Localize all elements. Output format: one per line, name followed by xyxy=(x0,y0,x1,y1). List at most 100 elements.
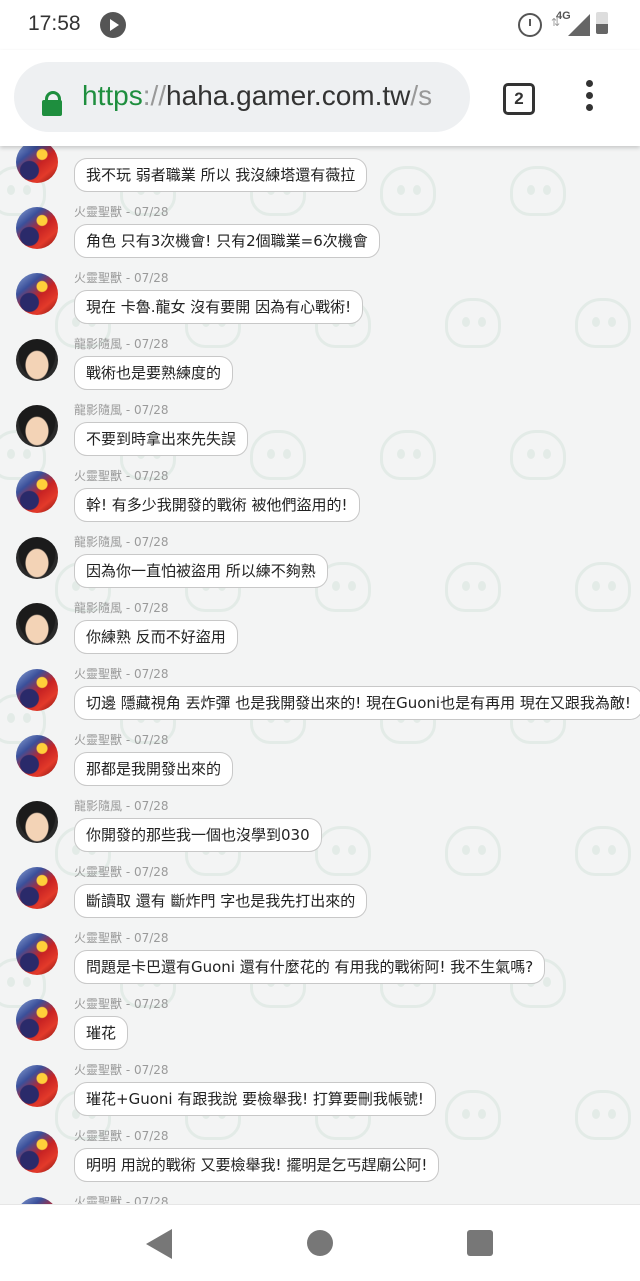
chat-message: 火靈聖獸 - 07/28 璀花 xyxy=(0,996,640,1062)
message-meta: 火靈聖獸 - 07/28 xyxy=(74,996,169,1012)
message-author[interactable]: 火靈聖獸 xyxy=(74,865,122,879)
chat-message: 龍影隨風 - 07/28 你練熟 反而不好盜用 xyxy=(0,600,640,666)
status-bar: 17:58 ⇅ 4G xyxy=(0,0,640,50)
message-author[interactable]: 龍影隨風 xyxy=(74,601,122,615)
lock-icon[interactable] xyxy=(42,91,62,116)
chat-message: 火靈聖獸 - 07/28 幹! 有多少我開發的戰術 被他們盜用的! xyxy=(0,468,640,534)
message-author[interactable]: 龍影隨風 xyxy=(74,403,122,417)
meta-separator: - xyxy=(122,403,134,417)
message-date: 07/28 xyxy=(133,1063,169,1077)
avatar[interactable] xyxy=(16,207,58,249)
message-author[interactable]: 火靈聖獸 xyxy=(74,667,122,681)
message-meta: 火靈聖獸 - 07/28 xyxy=(74,468,169,484)
chat-message: 龍影隨風 - 07/28 不要到時拿出來先失誤 xyxy=(0,402,640,468)
message-author[interactable]: 火靈聖獸 xyxy=(74,469,122,483)
message-bubble: 問題是卡巴還有Guoni 還有什麼花的 有用我的戰術阿! 我不生氣嗎? xyxy=(74,950,546,984)
message-author[interactable]: 龍影隨風 xyxy=(74,337,122,351)
chat-message: 龍影隨風 - 07/28 戰術也是要熟練度的 xyxy=(0,336,640,402)
avatar[interactable] xyxy=(16,999,58,1041)
avatar[interactable] xyxy=(16,1197,58,1204)
message-author[interactable]: 火靈聖獸 xyxy=(74,931,122,945)
message-meta: 火靈聖獸 - 07/28 xyxy=(74,1062,169,1078)
status-time: 17:58 xyxy=(28,12,81,35)
avatar[interactable] xyxy=(16,1131,58,1173)
avatar[interactable] xyxy=(16,1065,58,1107)
message-meta: 火靈聖獸 - 07/28 xyxy=(74,666,169,682)
avatar[interactable] xyxy=(16,471,58,513)
back-icon[interactable] xyxy=(146,1229,172,1259)
message-author[interactable]: 火靈聖獸 xyxy=(74,1063,122,1077)
message-meta: 龍影隨風 - 07/28 xyxy=(74,534,169,550)
message-bubble: 那都是我開發出來的 xyxy=(74,752,234,786)
alarm-icon xyxy=(518,13,542,37)
message-bubble: 璀花 xyxy=(74,1016,129,1050)
message-date: 07/28 xyxy=(133,535,169,549)
message-bubble: 璀花+Guoni 有跟我說 要檢舉我! 打算要刪我帳號! xyxy=(74,1082,436,1116)
meta-separator: - xyxy=(122,1195,134,1204)
message-date: 07/28 xyxy=(133,601,169,615)
message-meta: 火靈聖獸 - 07/28 xyxy=(74,270,169,286)
chat-message: 火靈聖獸 - 07/28 那都是我開發出來的 xyxy=(0,732,640,798)
message-meta: 龍影隨風 - 07/28 xyxy=(74,798,169,814)
meta-separator: - xyxy=(122,271,134,285)
message-bubble: 因為你一直怕被盜用 所以練不夠熟 xyxy=(74,554,328,588)
message-bubble: 角色 只有3次機會! 只有2個職業=6次機會 xyxy=(74,224,380,258)
home-icon[interactable] xyxy=(307,1230,333,1256)
chat-message: 火靈聖獸 - 07/28 角色 只有3次機會! 只有2個職業=6次機會 xyxy=(0,204,640,270)
overflow-menu-icon[interactable] xyxy=(586,80,594,116)
message-author[interactable]: 火靈聖獸 xyxy=(74,205,122,219)
meta-separator: - xyxy=(122,931,134,945)
avatar[interactable] xyxy=(16,405,58,447)
message-date: 07/28 xyxy=(133,1129,169,1143)
chat-message: 火靈聖獸 - 07/28 xyxy=(0,1194,640,1204)
avatar[interactable] xyxy=(16,537,58,579)
meta-separator: - xyxy=(122,733,134,747)
message-bubble: 不要到時拿出來先失誤 xyxy=(74,422,249,456)
chat-message: 龍影隨風 - 07/28 因為你一直怕被盜用 所以練不夠熟 xyxy=(0,534,640,600)
message-bubble: 現在 卡魯.龍女 沒有要開 因為有心戰術! xyxy=(74,290,364,324)
meta-separator: - xyxy=(122,1129,134,1143)
chat-message: 火靈聖獸 - 07/28 切邊 隱藏視角 丟炸彈 也是我開發出來的! 現在Guon… xyxy=(0,666,640,732)
avatar[interactable] xyxy=(16,603,58,645)
avatar[interactable] xyxy=(16,339,58,381)
chat-area[interactable]: 我不玩 弱者職業 所以 我沒練塔還有薇拉 火靈聖獸 - 07/28 角色 只有3次機… xyxy=(0,146,640,1204)
meta-separator: - xyxy=(122,799,134,813)
message-author[interactable]: 火靈聖獸 xyxy=(74,733,122,747)
avatar[interactable] xyxy=(16,273,58,315)
meta-separator: - xyxy=(122,865,134,879)
url-host: haha.gamer.com.tw xyxy=(166,80,411,111)
avatar[interactable] xyxy=(16,735,58,777)
message-date: 07/28 xyxy=(133,931,169,945)
message-meta: 龍影隨風 - 07/28 xyxy=(74,402,169,418)
message-author[interactable]: 火靈聖獸 xyxy=(74,997,122,1011)
avatar[interactable] xyxy=(16,933,58,975)
chat-message: 龍影隨風 - 07/28 你開發的那些我一個也沒學到030 xyxy=(0,798,640,864)
avatar[interactable] xyxy=(16,867,58,909)
avatar[interactable] xyxy=(16,146,58,183)
meta-separator: - xyxy=(122,1063,134,1077)
message-author[interactable]: 火靈聖獸 xyxy=(74,1129,122,1143)
avatar[interactable] xyxy=(16,801,58,843)
meta-separator: - xyxy=(122,535,134,549)
url-scheme: https xyxy=(82,80,143,111)
address-bar[interactable]: https://haha.gamer.com.tw/s xyxy=(14,62,470,132)
message-meta: 火靈聖獸 - 07/28 xyxy=(74,732,169,748)
message-author[interactable]: 龍影隨風 xyxy=(74,535,122,549)
message-meta: 火靈聖獸 - 07/28 xyxy=(74,930,169,946)
message-author[interactable]: 龍影隨風 xyxy=(74,799,122,813)
message-author[interactable]: 火靈聖獸 xyxy=(74,271,122,285)
message-author[interactable]: 火靈聖獸 xyxy=(74,1195,122,1204)
tab-switcher-button[interactable]: 2 xyxy=(503,83,535,115)
url-text[interactable]: https://haha.gamer.com.tw/s xyxy=(82,80,432,112)
avatar[interactable] xyxy=(16,669,58,711)
message-date: 07/28 xyxy=(133,865,169,879)
message-date: 07/28 xyxy=(133,403,169,417)
meta-separator: - xyxy=(122,997,134,1011)
message-bubble: 幹! 有多少我開發的戰術 被他們盜用的! xyxy=(74,488,360,522)
recents-icon[interactable] xyxy=(467,1230,493,1256)
url-path: /s xyxy=(410,80,433,111)
url-separator: :// xyxy=(142,80,167,111)
play-app-icon xyxy=(100,12,126,38)
message-date: 07/28 xyxy=(133,667,169,681)
message-meta: 火靈聖獸 - 07/28 xyxy=(74,1128,169,1144)
